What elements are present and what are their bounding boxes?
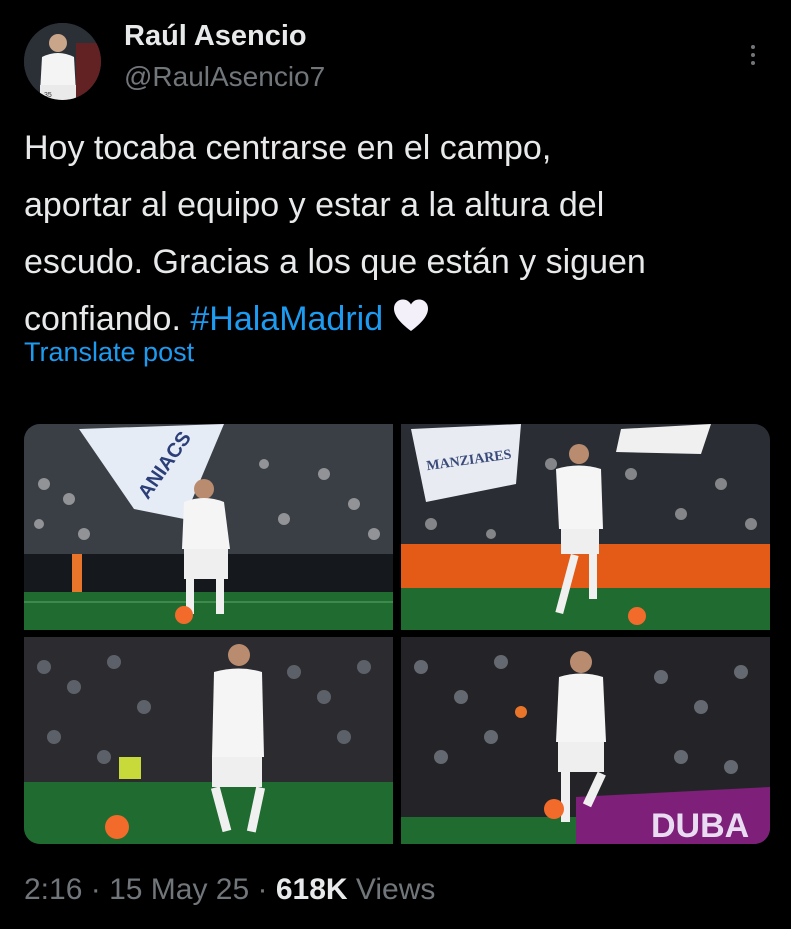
post-photo-4[interactable]: DUBA xyxy=(401,637,770,844)
translate-post-link[interactable]: Translate post xyxy=(24,337,194,368)
svg-text:35: 35 xyxy=(44,92,52,99)
avatar[interactable]: 35 xyxy=(24,23,101,100)
more-options-icon[interactable] xyxy=(739,41,767,69)
post-text-line: escudo. Gracias a los que están y siguen xyxy=(24,243,646,281)
author-handle[interactable]: @RaulAsencio7 xyxy=(124,61,325,93)
hashtag-link[interactable]: #HalaMadrid xyxy=(190,300,383,338)
post-text-line: aportar al equipo y estar a la altura de… xyxy=(24,186,605,224)
post-meta: 2:16 · 15 May 25 · 618K Views xyxy=(24,873,435,907)
post-text-fragment: confiando. xyxy=(24,300,191,338)
post-photo-3[interactable] xyxy=(24,637,393,844)
white-heart-icon xyxy=(391,296,431,336)
post-date[interactable]: 15 May 25 xyxy=(109,873,249,906)
meta-separator: · xyxy=(82,873,110,906)
advertising-board-text: DUBA xyxy=(651,807,749,844)
post-photo-2[interactable]: MANZIARES xyxy=(401,424,770,630)
post-text-line: Hoy tocaba centrarse en el campo, xyxy=(24,129,552,167)
post-time[interactable]: 2:16 xyxy=(24,873,82,906)
meta-separator: · xyxy=(249,873,276,906)
views-count[interactable]: 618K xyxy=(276,873,348,906)
post-photo-1[interactable]: ANIACS xyxy=(24,424,393,630)
post-text: Hoy tocaba centrarse en el campo, aporta… xyxy=(24,120,744,348)
author-name[interactable]: Raúl Asencio xyxy=(124,20,307,53)
media-grid: ANIACS MANZIARES DUBA xyxy=(24,424,770,844)
views-label: Views xyxy=(347,873,436,906)
